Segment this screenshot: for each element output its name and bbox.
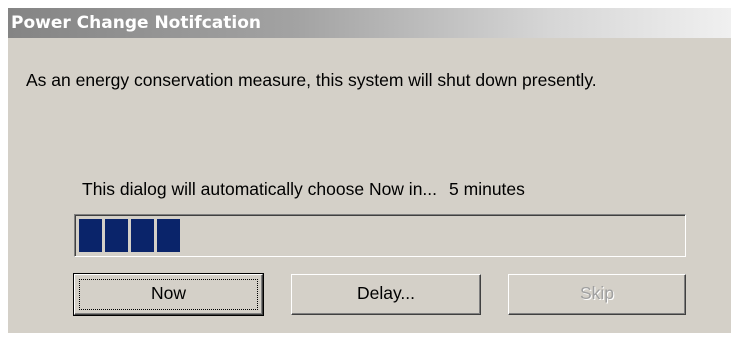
countdown-progress-bar: [74, 214, 686, 257]
progress-fill: [79, 219, 180, 252]
now-button[interactable]: Now: [73, 273, 264, 316]
countdown-text: This dialog will automatically choose No…: [82, 179, 525, 200]
shutdown-message: As an energy conservation measure, this …: [26, 70, 597, 90]
power-change-dialog: Power Change Notifcation As an energy co…: [8, 8, 731, 333]
progress-block: [131, 219, 154, 252]
countdown-prefix: This dialog will automatically choose No…: [82, 179, 438, 199]
delay-button[interactable]: Delay...: [291, 274, 481, 315]
progress-block: [79, 219, 102, 252]
progress-block: [157, 219, 180, 252]
skip-button: Skip: [508, 274, 686, 315]
dialog-title[interactable]: Power Change Notifcation: [8, 8, 731, 38]
progress-block: [105, 219, 128, 252]
countdown-time-remaining: 5 minutes: [449, 179, 525, 199]
